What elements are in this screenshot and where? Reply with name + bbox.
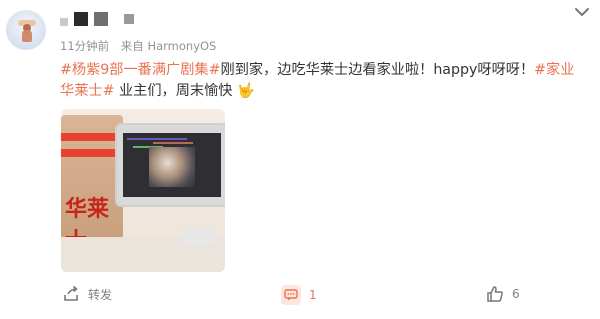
- like-count: 6: [512, 287, 520, 301]
- post-text: 业主们，周末愉快: [114, 83, 233, 99]
- username-mosaic[interactable]: [60, 12, 134, 26]
- post-content: #杨紫9部一番满广剧集#刚到家，边吃华莱士边看家业啦！happy呀呀呀！#家业 …: [60, 60, 588, 102]
- post-image[interactable]: 华莱士: [61, 109, 225, 272]
- like-icon: [487, 286, 503, 302]
- video-scene: [149, 147, 195, 187]
- share-label: 转发: [88, 287, 113, 302]
- hand-emoji-icon: 🤟: [236, 83, 255, 99]
- comment-icon: [281, 285, 301, 305]
- action-bar: 转发 1 6: [0, 285, 600, 315]
- snack-bag: 华莱士: [61, 115, 123, 254]
- tablet-stand: [181, 227, 215, 245]
- bag-stripe: [61, 133, 123, 141]
- share-icon: [64, 285, 78, 301]
- avatar[interactable]: [6, 10, 46, 50]
- tablet-screen: [123, 133, 221, 197]
- mosaic-block: [124, 14, 134, 24]
- avatar-body: [22, 30, 32, 42]
- mosaic-block: [94, 12, 108, 26]
- share-button[interactable]: 转发: [62, 285, 112, 303]
- comment-count: 1: [309, 288, 317, 302]
- tablet: [115, 123, 225, 207]
- post-meta: 11分钟前 来自 HarmonyOS: [60, 38, 216, 54]
- mosaic-block: [60, 18, 68, 26]
- like-button[interactable]: 6: [486, 285, 520, 303]
- post-time: 11分钟前: [60, 39, 110, 53]
- danmaku-line: [153, 142, 193, 144]
- chevron-down-icon[interactable]: [574, 6, 590, 18]
- comment-button[interactable]: 1: [281, 285, 317, 305]
- danmaku-line: [127, 138, 187, 140]
- post-source: 来自 HarmonyOS: [120, 39, 217, 53]
- bag-stripe: [61, 149, 123, 157]
- mosaic-block: [74, 12, 88, 26]
- topic-link[interactable]: #杨紫9部一番满广剧集#: [60, 62, 221, 78]
- post-text: 刚到家，边吃华莱士边看家业啦！happy呀呀呀！: [220, 62, 535, 78]
